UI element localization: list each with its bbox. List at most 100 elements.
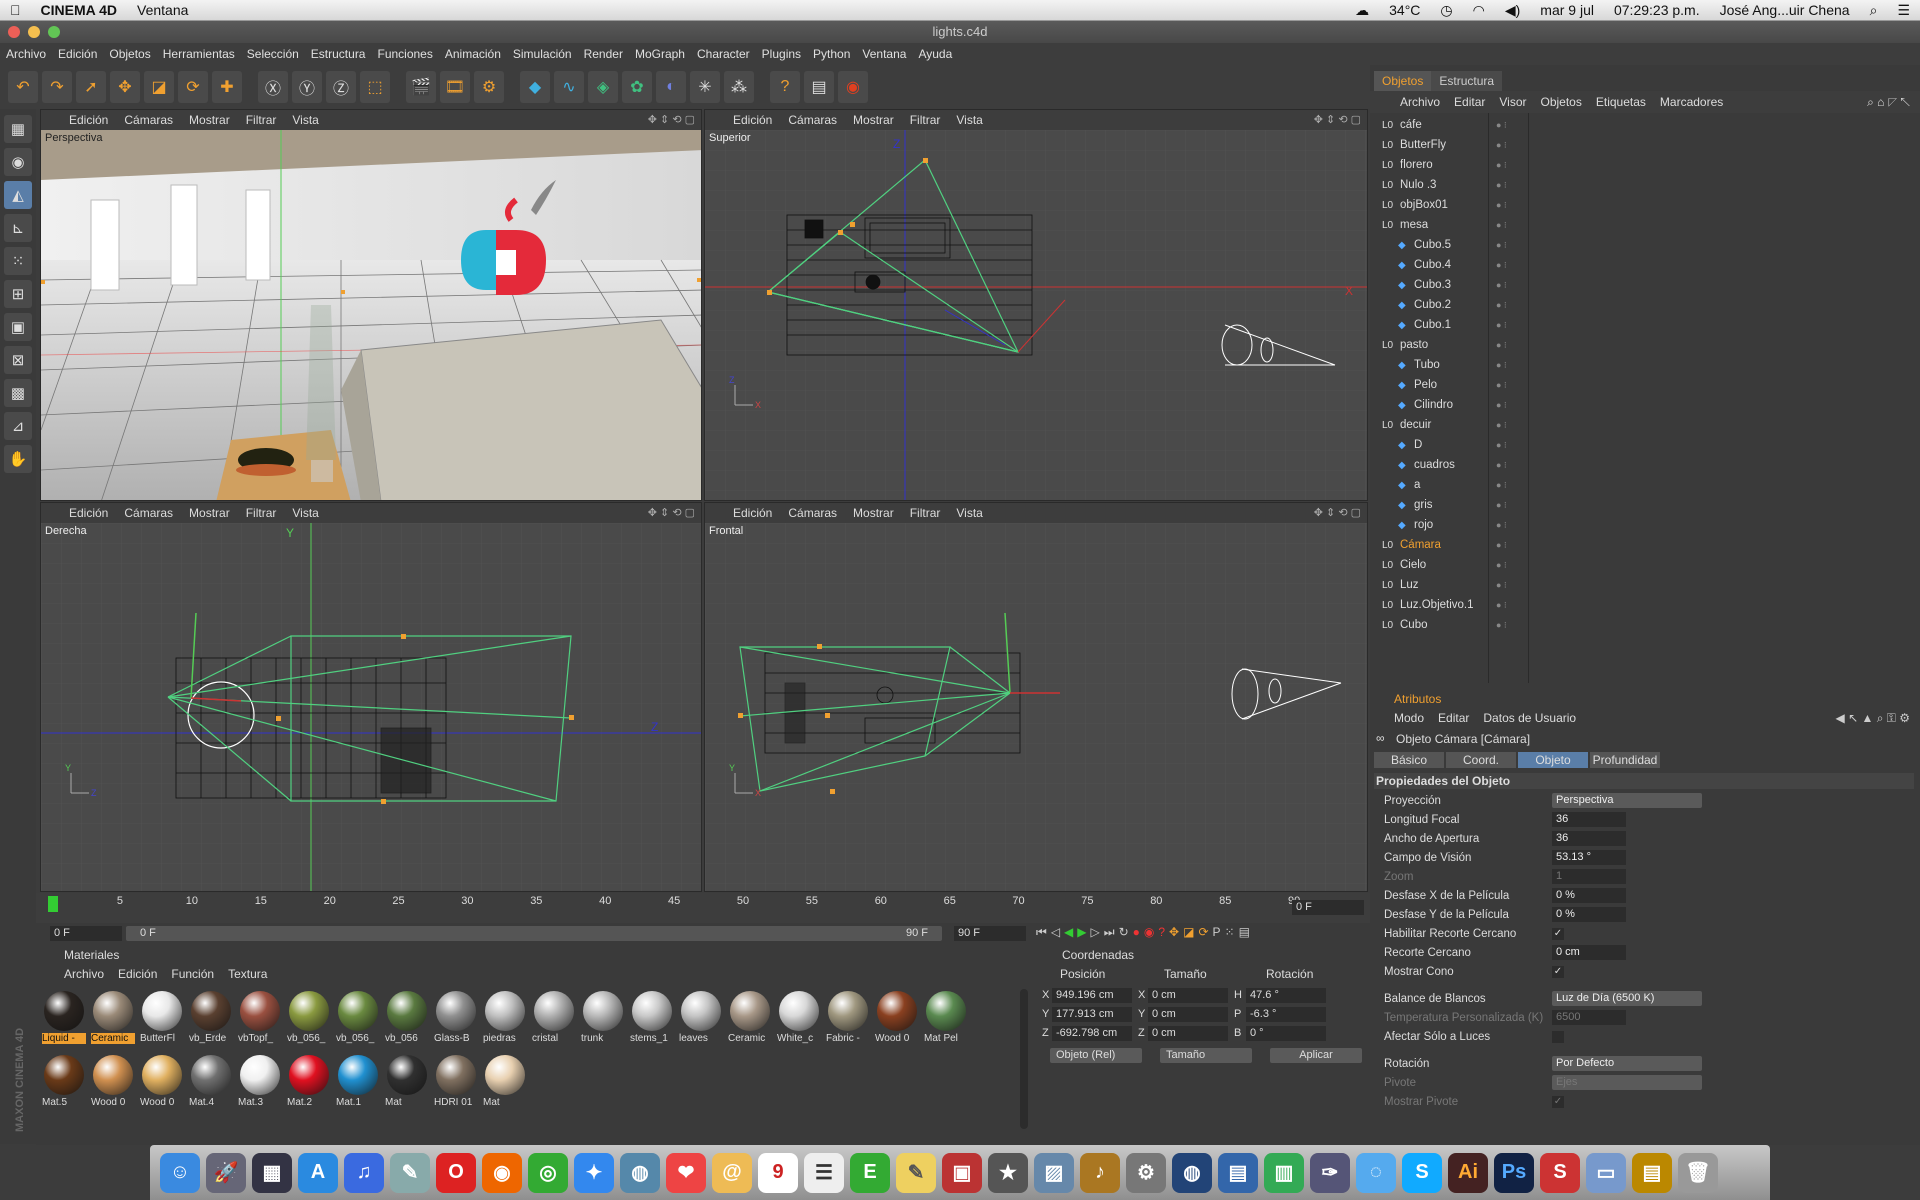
tab-objetos[interactable]: Objetos [1374,71,1432,91]
visibility-dots[interactable]: ● ⁝ [1496,420,1507,431]
mat-menu-edicion[interactable]: Edición [118,967,157,981]
object-row[interactable]: ◆ a ● ⁝ [1370,475,1920,495]
apple-icon[interactable]:  [0,2,31,18]
web-icon[interactable]: ◉ [838,71,868,103]
object-row[interactable]: L0 objBox01 ● ⁝ [1370,195,1920,215]
preview-icon[interactable]: ✎ [390,1152,430,1193]
list-icon[interactable]: ☰ [1887,2,1920,19]
apply-button[interactable]: Aplicar [1270,1048,1362,1063]
attribute-field[interactable]: 53.13 ° [1552,850,1626,865]
play-back-icon[interactable]: ◀ [1064,925,1073,940]
menu-estructura[interactable]: Estructura [305,47,372,61]
visibility-dots[interactable]: ● ⁝ [1496,320,1507,331]
menu-python[interactable]: Python [807,47,856,61]
timeline[interactable]: 051015202530354045505560657075808590 0 F [36,893,1370,923]
attribute-dropdown[interactable]: Ejes [1552,1075,1702,1090]
visibility-dots[interactable]: ● ⁝ [1496,560,1507,571]
weather-icon[interactable]: ☁ [1345,2,1379,19]
attribute-checkbox[interactable]: ✓ [1552,927,1564,940]
mat-menu-textura[interactable]: Textura [228,967,267,981]
material-swatch[interactable]: Mat.2 [287,1053,331,1111]
user-name[interactable]: José Ang...uir Chena [1710,2,1860,18]
sketchbook-icon[interactable]: S [1540,1152,1580,1193]
attribute-field[interactable]: 0 % [1552,888,1626,903]
reminders-icon[interactable]: ☰ [804,1152,844,1193]
undo-icon[interactable]: ↶ [8,71,38,103]
workplane-icon[interactable]: ✋ [4,445,32,473]
firefox-icon[interactable]: ◉ [482,1152,522,1193]
cinema4d-icon[interactable]: ◍ [1172,1152,1212,1193]
coordinate-system-icon[interactable]: ⬚ [360,71,390,103]
material-swatch[interactable]: Ceramic [91,989,135,1047]
material-swatch[interactable]: vb_Erde [189,989,233,1047]
garageband-icon[interactable]: ♪ [1080,1152,1120,1193]
object-row[interactable]: ◆ Cubo.2 ● ⁝ [1370,295,1920,315]
polygons-mode-icon[interactable]: ▣ [4,313,32,341]
vp-menu-camaras[interactable]: Cámaras [124,113,173,127]
keyframe-help-icon[interactable]: ? [1158,925,1165,940]
environment-icon[interactable]: ⁂ [724,71,754,103]
z-axis-icon[interactable]: Ⓩ [326,71,356,103]
rotate-icon[interactable]: ⟳ [178,71,208,103]
volume-icon[interactable]: ◀) [1495,2,1530,19]
rotation-field[interactable]: 47.6 ° [1246,988,1326,1003]
object-row[interactable]: L0 pasto ● ⁝ [1370,335,1920,355]
vp-menu-edicion[interactable]: Edición [69,113,108,127]
vp-menu-mostrar[interactable]: Mostrar [189,113,230,127]
object-row[interactable]: ◆ Tubo ● ⁝ [1370,355,1920,375]
vp-menu-filtrar[interactable]: Filtrar [910,113,941,127]
minimize-window-button[interactable] [28,26,40,38]
visibility-dots[interactable]: ● ⁝ [1496,460,1507,471]
viewport-perspective[interactable]: Edición Cámaras Mostrar Filtrar Vista ✥ … [40,109,702,501]
y-axis-icon[interactable]: Ⓨ [292,71,322,103]
material-swatch[interactable]: piedras [483,989,527,1047]
visibility-dots[interactable]: ● ⁝ [1496,620,1507,631]
notes-icon[interactable]: ✎ [896,1152,936,1193]
documents-folder-icon[interactable]: ▤ [1632,1152,1672,1193]
uv-mode-icon[interactable]: ⊠ [4,346,32,374]
app-menu-name[interactable]: CINEMA 4D [31,2,128,18]
attribute-checkbox[interactable]: ✓ [1552,965,1564,978]
viewport-right[interactable]: Edición Cámaras Mostrar Filtrar Vista ✥ … [40,502,702,892]
skype-dock-icon[interactable]: ◍ [620,1152,660,1193]
tab-profundidad[interactable]: Profundidad [1590,752,1660,768]
obj-menu-etiquetas[interactable]: Etiquetas [1596,95,1646,109]
material-swatch[interactable]: Ceramic [728,989,772,1047]
menu-ventana[interactable]: Ventana [856,47,912,61]
object-axis-icon[interactable]: ⊾ [4,214,32,242]
material-swatch[interactable]: Mat.3 [238,1053,282,1111]
texture-mode-icon[interactable]: ▩ [4,379,32,407]
menu-animacion[interactable]: Animación [439,47,507,61]
vp-menu-vista[interactable]: Vista [956,113,982,127]
size-field[interactable]: 0 cm [1148,1007,1228,1022]
object-row[interactable]: ◆ D ● ⁝ [1370,435,1920,455]
illustrator-icon[interactable]: Ai [1448,1152,1488,1193]
mat-menu-funcion[interactable]: Función [171,967,214,981]
visibility-dots[interactable]: ● ⁝ [1496,580,1507,591]
attributes-nav-icons[interactable]: ◀ ↖ ▲ ⌕ ⚿ ⚙ [1836,711,1910,726]
zoom-window-button[interactable] [48,26,60,38]
material-swatch[interactable]: Wood 0 [140,1053,184,1111]
attr-menu-datos-usuario[interactable]: Datos de Usuario [1483,711,1576,725]
viewport-nav-icons[interactable]: ✥ ⇕ ⟲ ▢ [648,506,695,519]
go-end-icon[interactable]: ⏭ [1104,925,1115,940]
viewport-top[interactable]: Edición Cámaras Mostrar Filtrar Vista ✥ … [704,109,1368,501]
numbers-icon[interactable]: ▥ [1264,1152,1304,1193]
menu-objetos[interactable]: Objetos [103,47,156,61]
visibility-dots[interactable]: ● ⁝ [1496,280,1507,291]
messages-icon[interactable]: ◌ [1356,1152,1396,1193]
pla-key-icon[interactable]: ⁙ [1225,925,1235,940]
mac-menu-ventana[interactable]: Ventana [127,2,198,18]
coord-mode-dropdown[interactable]: Objeto (Rel) [1050,1048,1142,1063]
tab-basico[interactable]: Básico [1374,752,1444,768]
rotate-key-icon[interactable]: ⟳ [1198,925,1208,940]
photo-booth-icon[interactable]: ▦ [252,1152,292,1193]
skype-icon[interactable]: S [1402,1152,1442,1193]
position-field[interactable]: 177.913 cm [1052,1007,1132,1022]
preview-range-slider[interactable]: 0 F 90 F [126,926,942,941]
vp-menu-vista[interactable]: Vista [292,506,318,520]
app-store-icon[interactable]: A [298,1152,338,1193]
menu-ayuda[interactable]: Ayuda [912,47,958,61]
search-icon[interactable]: ⌕ ⌂ ◸ ↖ [1867,95,1910,110]
menu-funciones[interactable]: Funciones [371,47,438,61]
